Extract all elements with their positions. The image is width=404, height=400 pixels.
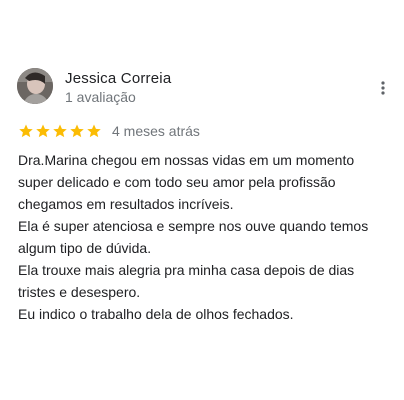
avatar-photo <box>17 68 53 104</box>
star-icon <box>53 124 67 138</box>
review-text-line: Ela é super atenciosa e sempre nos ouve … <box>18 218 369 234</box>
review-card: Jessica Correia 1 avaliação 4 meses atrá… <box>0 0 404 400</box>
review-text-line: tristes e desespero. <box>18 284 141 300</box>
review-count: 1 avaliação <box>65 89 136 105</box>
review-text-line: super delicado e com todo seu amor pela … <box>18 174 336 190</box>
star-icon <box>36 124 50 138</box>
more-vert-icon <box>381 81 385 95</box>
review-text-line: algum tipo de dúvida. <box>18 240 152 256</box>
review-text-line: Dra.Marina chegou em nossas vidas em um … <box>18 152 355 168</box>
reviewer-name[interactable]: Jessica Correia <box>65 70 171 87</box>
review-date: 4 meses atrás <box>112 123 200 139</box>
star-icon <box>19 124 33 138</box>
star-icon <box>70 124 84 138</box>
star-icon <box>87 124 101 138</box>
review-text-line: Eu indico o trabalho dela de olhos fecha… <box>18 306 294 322</box>
star-rating <box>18 123 102 139</box>
more-options-button[interactable] <box>374 78 392 98</box>
review-text: Dra.Marina chegou em nossas vidas em um … <box>18 149 398 325</box>
review-text-line: Ela trouxe mais alegria pra minha casa d… <box>18 262 355 278</box>
review-text-line: chegamos em resultados incríveis. <box>18 196 234 212</box>
avatar[interactable] <box>17 68 53 104</box>
rating-row: 4 meses atrás <box>18 121 200 141</box>
